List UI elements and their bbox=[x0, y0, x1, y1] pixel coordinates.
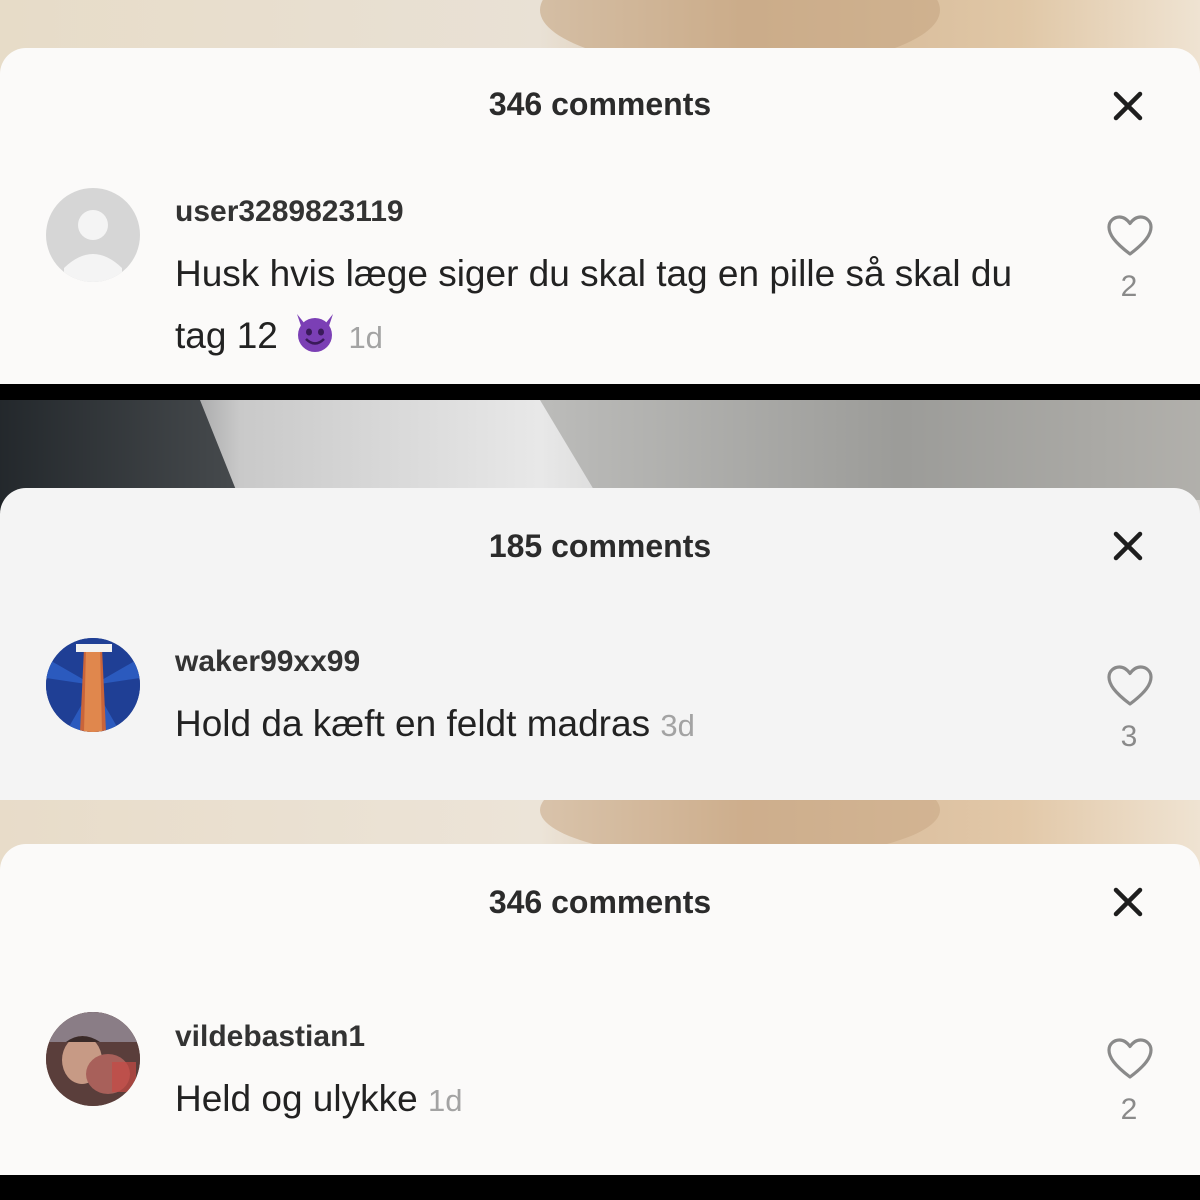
comment-text: Hold da kæft en feldt madras bbox=[175, 703, 651, 744]
comment-text: Held og ulykke bbox=[175, 1078, 418, 1119]
close-icon[interactable] bbox=[1108, 882, 1148, 922]
heart-outline-icon[interactable] bbox=[1106, 1037, 1154, 1081]
close-icon[interactable] bbox=[1108, 526, 1148, 566]
comment-username[interactable]: waker99xx99 bbox=[175, 645, 360, 679]
comment-time: 3d bbox=[660, 708, 695, 743]
close-icon[interactable] bbox=[1108, 86, 1148, 126]
comment-time: 1d bbox=[348, 320, 383, 355]
heart-outline-icon[interactable] bbox=[1106, 214, 1154, 258]
like-count: 2 bbox=[1120, 1093, 1138, 1126]
comment-body: Hold da kæft en feldt madras 3d bbox=[175, 693, 1055, 757]
avatar-image bbox=[46, 638, 140, 732]
comment-username[interactable]: user3289823119 bbox=[175, 195, 404, 229]
avatar[interactable] bbox=[46, 1012, 140, 1106]
comments-panel-1: 346 comments user3289823119 Husk hvis læ… bbox=[0, 0, 1200, 384]
default-avatar-icon bbox=[64, 210, 122, 282]
comment-body: Husk hvis læge siger du skal tag en pill… bbox=[175, 243, 1055, 369]
like-count: 3 bbox=[1120, 720, 1138, 753]
smiling-devil-emoji bbox=[297, 314, 334, 352]
comment-time: 1d bbox=[427, 1083, 463, 1118]
comment-count: 346 comments bbox=[488, 86, 712, 122]
comment-count: 185 comments bbox=[488, 528, 712, 564]
comments-sheet: 346 comments vildebastian1 Held og ulykk… bbox=[0, 844, 1200, 1175]
comments-panel-3: 346 comments vildebastian1 Held og ulykk… bbox=[0, 800, 1200, 1175]
avatar[interactable] bbox=[46, 638, 140, 732]
heart-outline-icon[interactable] bbox=[1106, 664, 1154, 708]
comments-panel-2: 185 comments waker99xx99 Hold da kæft en… bbox=[0, 400, 1200, 800]
avatar[interactable] bbox=[46, 188, 140, 282]
comments-sheet: 346 comments user3289823119 Husk hvis læ… bbox=[0, 48, 1200, 384]
comment-username[interactable]: vildebastian1 bbox=[175, 1020, 365, 1054]
avatar-image bbox=[46, 1012, 140, 1106]
comments-sheet: 185 comments waker99xx99 Hold da kæft en… bbox=[0, 488, 1200, 800]
comment-count: 346 comments bbox=[488, 884, 712, 920]
like-count: 2 bbox=[1120, 270, 1138, 303]
comment-body: Held og ulykke 1d bbox=[175, 1068, 1055, 1132]
